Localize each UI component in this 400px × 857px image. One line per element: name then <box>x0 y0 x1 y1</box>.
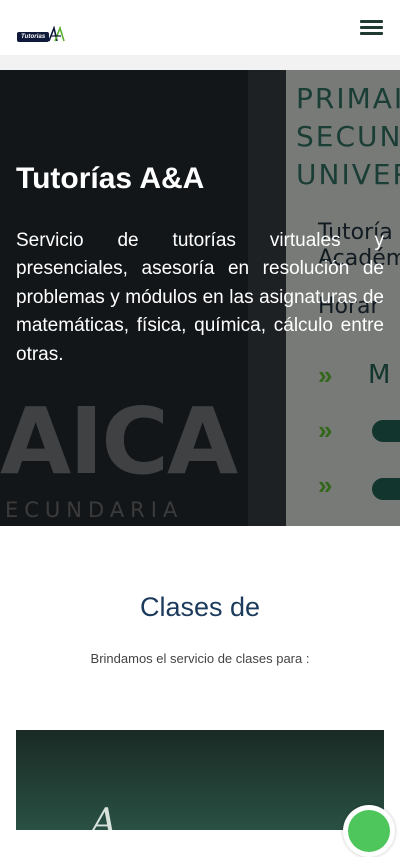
chalk-letter: A <box>91 802 117 830</box>
hamburger-menu-icon[interactable] <box>360 20 383 36</box>
hero-description: Servicio de tutorías virtuales y presenc… <box>16 230 384 365</box>
section-title: Clases de <box>139 592 261 622</box>
logo-mark-icon <box>48 26 66 42</box>
section-subtitle: Brindamos el servicio de clases para : <box>90 651 310 666</box>
whatsapp-button[interactable] <box>343 805 395 857</box>
header-divider <box>0 55 400 70</box>
class-card-image[interactable]: A <box>16 730 384 830</box>
whatsapp-icon <box>348 810 390 852</box>
logo-text: Tutorias <box>17 32 50 42</box>
site-header: Tutorias <box>0 0 400 55</box>
hero-banner: PRIMAI SECUN UNIVER Tutoría Académ Horar… <box>0 70 400 526</box>
hero-title: Tutorías A&A <box>16 162 205 195</box>
logo[interactable]: Tutorias <box>17 26 66 42</box>
